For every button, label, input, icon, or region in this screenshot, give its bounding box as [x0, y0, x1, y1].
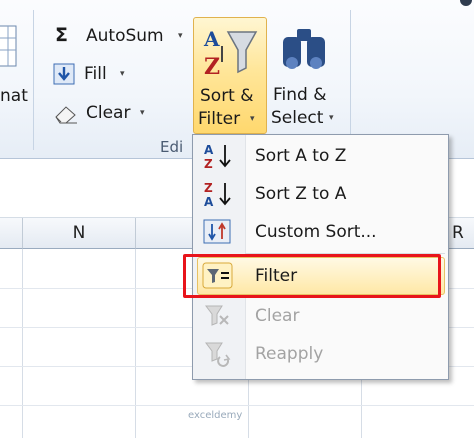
find-select-dropdown-arrow: ▾	[329, 113, 334, 123]
fill-down-icon	[53, 63, 75, 85]
custom-sort-icon	[203, 218, 233, 246]
fill-button[interactable]: Fill ▾	[50, 61, 140, 87]
svg-text:A: A	[204, 143, 214, 157]
sort-za-icon: ZA	[203, 179, 235, 209]
ribbon-separator	[33, 10, 34, 150]
watermark: exceldemy	[188, 410, 243, 421]
ribbon-separator	[350, 10, 351, 150]
grid-hline	[0, 405, 474, 406]
filter-annotation-box	[183, 254, 441, 298]
menu-item-label: Sort Z to A	[255, 184, 347, 204]
sort-filter-icon: A Z	[202, 24, 258, 80]
menu-item-sort-a-to-z[interactable]: AZ Sort A to Z	[193, 137, 448, 175]
format-icon[interactable]	[0, 22, 20, 70]
sort-filter-label-line1: Sort &	[200, 86, 254, 106]
menu-item-reapply[interactable]: Reapply	[193, 335, 448, 373]
grid-vline	[22, 249, 23, 438]
eraser-icon	[53, 103, 79, 125]
svg-text:Z: Z	[204, 181, 213, 195]
binoculars-icon	[277, 23, 333, 79]
format-button-label[interactable]: nat	[0, 86, 28, 106]
column-header-n[interactable]: N	[23, 218, 136, 249]
svg-text:Z: Z	[204, 157, 213, 171]
column-header-far-partial: R	[452, 223, 464, 243]
clear-dropdown-arrow[interactable]: ▾	[140, 108, 145, 118]
find-select-label-line1: Find &	[273, 85, 327, 105]
svg-text:A: A	[203, 27, 220, 51]
sort-filter-dropdown-arrow: ▾	[250, 114, 255, 124]
menu-item-clear-filter[interactable]: Clear	[193, 297, 448, 335]
sort-filter-label-line2: Filter	[198, 109, 241, 129]
sort-az-icon: AZ	[203, 141, 235, 171]
fill-dropdown-arrow[interactable]: ▾	[120, 69, 125, 79]
sigma-icon: Σ	[55, 24, 68, 46]
column-header-left-partial[interactable]	[0, 218, 23, 249]
menu-item-label: Sort A to Z	[255, 146, 347, 166]
menu-item-label: Clear	[255, 306, 300, 326]
find-select-label-line2: Select	[271, 108, 324, 128]
editing-group-label: Edi	[160, 138, 184, 156]
menu-item-label: Custom Sort...	[255, 222, 377, 242]
reapply-filter-icon	[203, 340, 233, 368]
clear-label: Clear	[86, 103, 131, 123]
menu-item-label: Reapply	[255, 344, 324, 364]
clear-button[interactable]: Clear ▾	[50, 100, 160, 126]
find-select-button[interactable]: Find & Select ▾	[267, 17, 345, 132]
svg-text:Z: Z	[204, 54, 220, 80]
autosum-dropdown-arrow[interactable]: ▾	[178, 31, 183, 41]
clear-filter-icon	[203, 302, 233, 330]
fill-label: Fill	[84, 64, 107, 84]
menu-item-custom-sort[interactable]: Custom Sort...	[193, 213, 448, 251]
grid-vline	[135, 249, 136, 438]
autosum-button[interactable]: Σ AutoSum ▾	[50, 24, 190, 48]
menu-item-sort-z-to-a[interactable]: ZA Sort Z to A	[193, 175, 448, 213]
svg-text:A: A	[204, 195, 214, 209]
sort-filter-button[interactable]: A Z Sort & Filter ▾	[193, 17, 267, 134]
autosum-label: AutoSum	[86, 26, 164, 46]
